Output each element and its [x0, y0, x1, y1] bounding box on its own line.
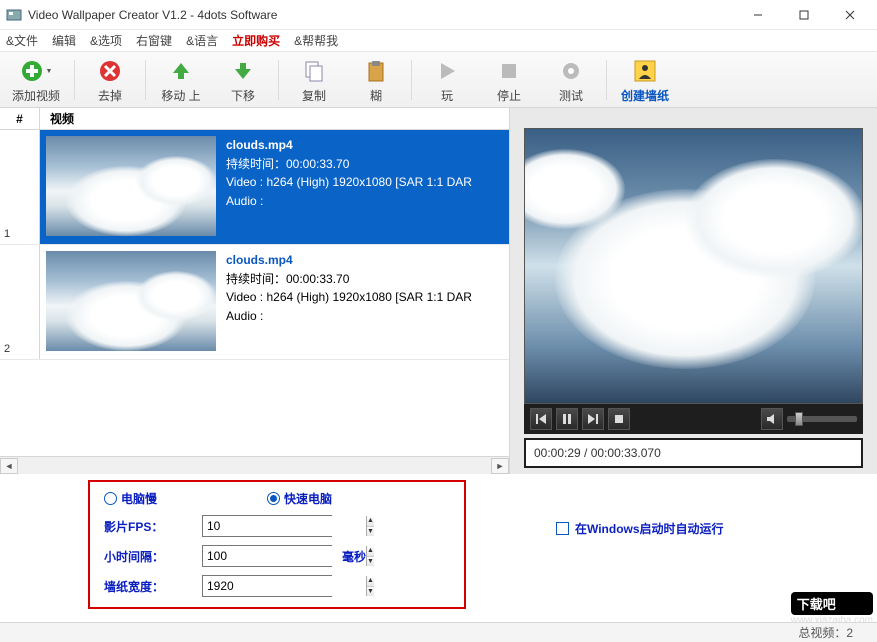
menu-rightkey[interactable]: 右窗键 — [136, 32, 172, 49]
interval-unit: 毫秒 — [342, 548, 366, 565]
video-audio: Audio : — [226, 192, 503, 211]
toolbar: ▼ 添加视频 去掉 移动 上 下移 复制 糊 玩 停止 测试 创建墙纸 — [0, 52, 877, 108]
list-item[interactable]: 2 clouds.mp4 持续时间：00:00:33.70 Video : h2… — [0, 245, 509, 360]
video-name: clouds.mp4 — [226, 251, 503, 270]
remove-button[interactable]: 去掉 — [79, 53, 141, 106]
play-icon — [426, 57, 468, 85]
video-codec: Video : h264 (High) 1920x1080 [SAR 1:1 D… — [226, 288, 503, 307]
menu-edit[interactable]: 编辑 — [52, 32, 76, 49]
fast-pc-radio[interactable]: 快速电脑 — [267, 490, 332, 507]
column-video[interactable]: 视频 — [40, 108, 509, 129]
video-name: clouds.mp4 — [226, 136, 503, 155]
menu-help[interactable]: &帮帮我 — [294, 32, 338, 49]
player-pause-button[interactable] — [556, 408, 578, 430]
interval-spinner[interactable]: ▲▼ — [202, 545, 332, 567]
spin-up-button[interactable]: ▲ — [367, 516, 374, 527]
width-spinner[interactable]: ▲▼ — [202, 575, 332, 597]
slow-pc-radio[interactable]: 电脑慢 — [104, 490, 157, 507]
plus-icon: ▼ — [12, 57, 60, 85]
video-audio: Audio : — [226, 307, 503, 326]
stop-button[interactable]: 停止 — [478, 53, 540, 106]
play-button[interactable]: 玩 — [416, 53, 478, 106]
volume-icon[interactable] — [761, 408, 783, 430]
statusbar: 总视频：2 — [0, 622, 877, 642]
player-next-button[interactable] — [582, 408, 604, 430]
row-index: 1 — [0, 130, 40, 244]
fps-input[interactable] — [203, 516, 366, 536]
settings-panel: 电脑慢 快速电脑 影片FPS： ▲▼ 小时间隔： ▲▼ 毫秒 墙纸宽度： — [88, 480, 466, 609]
video-duration: 持续时间：00:00:33.70 — [226, 270, 503, 289]
delete-icon — [89, 57, 131, 85]
checkbox-icon — [556, 522, 569, 535]
fps-label: 影片FPS： — [104, 518, 202, 535]
titlebar: Video Wallpaper Creator V1.2 - 4dots Sof… — [0, 0, 877, 30]
close-button[interactable] — [827, 0, 873, 30]
maximize-button[interactable] — [781, 0, 827, 30]
scroll-left-button[interactable]: ◄ — [0, 458, 18, 474]
window-title: Video Wallpaper Creator V1.2 - 4dots Sof… — [28, 8, 735, 22]
volume-slider[interactable] — [787, 416, 857, 422]
minimize-button[interactable] — [735, 0, 781, 30]
player-prev-button[interactable] — [530, 408, 552, 430]
paste-button[interactable]: 糊 — [345, 53, 407, 106]
column-index[interactable]: # — [0, 108, 40, 129]
menu-options[interactable]: &选项 — [90, 32, 122, 49]
interval-label: 小时间隔： — [104, 548, 202, 565]
stop-icon — [488, 57, 530, 85]
menu-buy-now[interactable]: 立即购买 — [232, 32, 280, 49]
menubar: &文件 编辑 &选项 右窗键 &语言 立即购买 &帮帮我 — [0, 30, 877, 52]
spin-up-button[interactable]: ▲ — [367, 576, 374, 587]
fps-spinner[interactable]: ▲▼ — [202, 515, 332, 537]
copy-button[interactable]: 复制 — [283, 53, 345, 106]
watermark: 下载吧 www.xiazaiba.com — [791, 592, 873, 626]
menu-file[interactable]: &文件 — [6, 32, 38, 49]
list-header: # 视频 — [0, 108, 509, 130]
spin-up-button[interactable]: ▲ — [367, 546, 374, 557]
list-item[interactable]: 1 clouds.mp4 持续时间：00:00:33.70 Video : h2… — [0, 130, 509, 245]
video-thumbnail — [46, 136, 216, 236]
total-videos: 总视频：2 — [798, 624, 853, 641]
radio-icon — [104, 492, 117, 505]
person-icon — [621, 57, 669, 85]
video-codec: Video : h264 (High) 1920x1080 [SAR 1:1 D… — [226, 173, 503, 192]
scroll-right-button[interactable]: ► — [491, 458, 509, 474]
row-index: 2 — [0, 245, 40, 359]
move-up-button[interactable]: 移动 上 — [150, 53, 212, 106]
video-preview — [524, 128, 863, 404]
player-stop-button[interactable] — [608, 408, 630, 430]
menu-language[interactable]: &语言 — [186, 32, 218, 49]
time-display: 00:00:29 / 00:00:33.070 — [524, 438, 863, 468]
horizontal-scrollbar[interactable]: ◄ ► — [0, 456, 509, 474]
arrow-up-icon — [160, 57, 202, 85]
app-icon — [6, 7, 22, 23]
arrow-down-icon — [222, 57, 264, 85]
gear-icon — [550, 57, 592, 85]
copy-icon — [293, 57, 335, 85]
video-thumbnail — [46, 251, 216, 351]
test-button[interactable]: 测试 — [540, 53, 602, 106]
preview-panel: 00:00:29 / 00:00:33.070 — [510, 108, 877, 474]
autorun-checkbox[interactable]: 在Windows启动时自动运行 — [556, 520, 724, 537]
spin-down-button[interactable]: ▼ — [367, 527, 374, 537]
add-video-button[interactable]: ▼ 添加视频 — [2, 53, 70, 106]
create-wallpaper-button[interactable]: 创建墙纸 — [611, 53, 679, 106]
player-controls — [524, 404, 863, 434]
move-down-button[interactable]: 下移 — [212, 53, 274, 106]
spin-down-button[interactable]: ▼ — [367, 587, 374, 597]
video-duration: 持续时间：00:00:33.70 — [226, 155, 503, 174]
width-input[interactable] — [203, 576, 366, 596]
video-list: # 视频 1 clouds.mp4 持续时间：00:00:33.70 Video… — [0, 108, 510, 474]
width-label: 墙纸宽度： — [104, 578, 202, 595]
spin-down-button[interactable]: ▼ — [367, 557, 374, 567]
radio-icon — [267, 492, 280, 505]
paste-icon — [355, 57, 397, 85]
